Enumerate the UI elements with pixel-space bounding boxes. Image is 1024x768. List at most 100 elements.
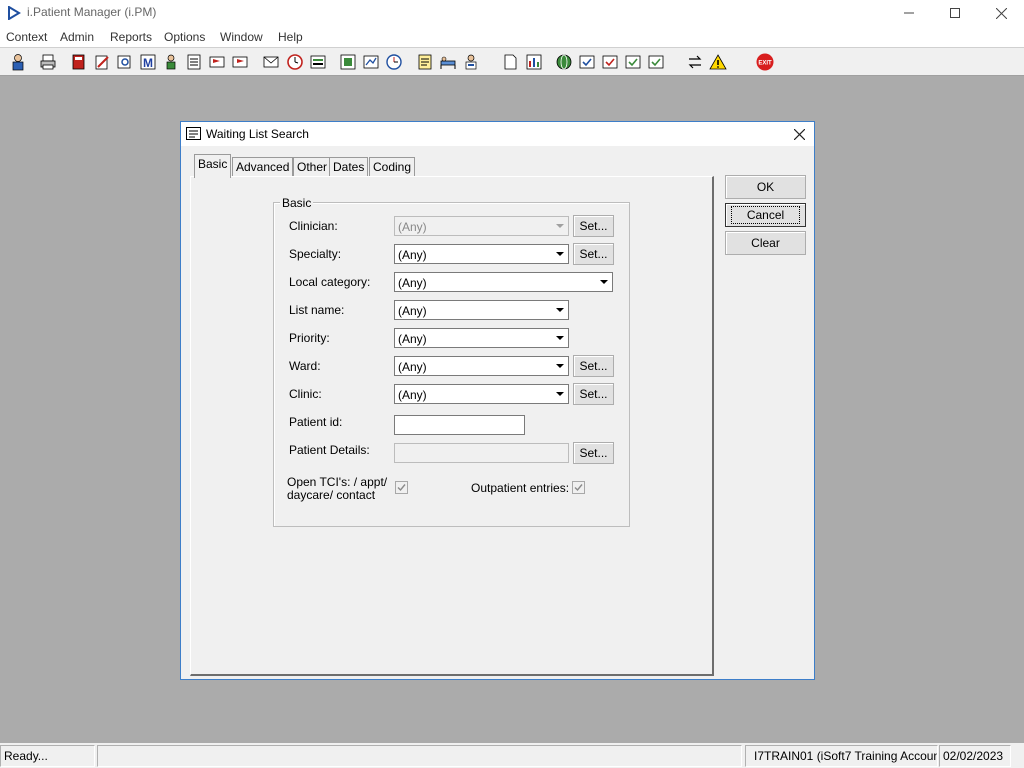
open-tcis-label-line2: daycare/ contact [287,488,376,502]
outpatient-checkbox[interactable] [572,481,585,494]
chevron-down-icon[interactable] [552,357,568,375]
open-tcis-checkbox[interactable] [395,481,408,494]
dialog-titlebar: Waiting List Search [181,122,814,146]
toolbar-check-button[interactable] [622,51,644,73]
toolbar-clock-button[interactable] [284,51,306,73]
toolbar-flag-button[interactable] [206,51,228,73]
ok-button[interactable]: OK [725,175,806,199]
close-button[interactable] [978,0,1024,26]
toolbar-notes-button[interactable] [183,51,205,73]
note-icon [418,54,432,70]
chevron-down-icon[interactable] [596,273,612,291]
exit-label: EXIT [758,61,772,67]
menu-help[interactable]: Help [278,30,303,44]
book-icon [72,54,85,70]
checkmark-icon [397,484,406,492]
dialog-title: Waiting List Search [206,127,309,141]
clinician-set-button[interactable]: Set... [573,215,614,237]
list-icon [310,55,326,69]
toolbar-edit-button[interactable] [91,51,113,73]
maximize-button[interactable] [932,0,978,26]
toolbar-note-button[interactable] [414,51,436,73]
toolbar-bed-button[interactable] [437,51,459,73]
ward-set-button[interactable]: Set... [573,355,614,377]
clinic-value: (Any) [398,388,427,402]
toolbar-m-button[interactable]: M [137,51,159,73]
local-category-select[interactable]: (Any) [394,272,613,292]
tab-dates[interactable]: Dates [329,157,369,177]
toolbar-search-button[interactable] [114,51,136,73]
tab-advanced[interactable]: Advanced [232,157,294,177]
bed-icon [440,56,456,69]
toolbar-exit-button[interactable]: EXIT [754,51,776,73]
toolbar-globe-button[interactable] [553,51,575,73]
cancel-button[interactable]: Cancel [725,203,806,227]
clock-icon [287,54,303,70]
transfer-icon [688,55,702,69]
tab-coding[interactable]: Coding [369,157,416,177]
specialty-select[interactable]: (Any) [394,244,569,264]
clear-button[interactable]: Clear [725,231,806,255]
chevron-down-icon[interactable] [552,245,568,263]
toolbar-patient-button[interactable] [160,51,182,73]
toolbar-list-button[interactable] [307,51,329,73]
dialog-close-button[interactable] [787,124,811,144]
toolbar-chart-button[interactable] [360,51,382,73]
patient-details-set-button[interactable]: Set... [573,442,614,464]
toolbar-page-button[interactable] [499,51,521,73]
toolbar-book-button[interactable] [68,51,90,73]
close-icon [793,128,805,140]
specialty-value: (Any) [398,248,427,262]
notes-icon [187,54,201,70]
status-user: I7TRAIN01 (iSoft7 Training Account) [745,745,938,767]
chevron-down-icon[interactable] [552,385,568,403]
menu-context[interactable]: Context [6,30,47,44]
menu-admin[interactable]: Admin [60,30,94,44]
priority-label: Priority: [289,331,330,345]
chevron-down-icon[interactable] [552,329,568,347]
toolbar-mail-button[interactable] [260,51,282,73]
patient-icon [166,54,176,70]
open-tcis-label-line1: Open TCI's: / appt/ [287,475,388,489]
toolbar-bar-chart-button[interactable] [523,51,545,73]
toolbar-transfer-button[interactable] [684,51,706,73]
notes-icon [186,127,201,140]
warning-icon [709,54,727,70]
tab-other[interactable]: Other [293,157,332,177]
ward-select[interactable]: (Any) [394,356,569,376]
exit-icon: EXIT [756,53,774,71]
tab-basic[interactable]: Basic [194,154,232,178]
person-icon [12,54,24,71]
clinic-set-button[interactable]: Set... [573,383,614,405]
menu-options[interactable]: Options [164,30,205,44]
groupbox-title: Basic [280,196,314,210]
check-icon [602,55,618,69]
outpatient-label: Outpatient entries: [471,481,570,495]
toolbar-check-button[interactable] [645,51,667,73]
toolbar-check-button[interactable] [599,51,621,73]
priority-select[interactable]: (Any) [394,328,569,348]
list-name-select[interactable]: (Any) [394,300,569,320]
ward-value: (Any) [398,360,427,374]
toolbar-warning-button[interactable] [707,51,729,73]
svg-text:M: M [143,56,153,70]
chevron-down-icon[interactable] [552,301,568,319]
clinic-select[interactable]: (Any) [394,384,569,404]
patient-id-input[interactable] [394,415,525,435]
tab-label: Advanced [236,160,290,174]
toolbar-check-button[interactable] [576,51,598,73]
toolbar-form-button[interactable] [337,51,359,73]
status-date: 02/02/2023 [939,745,1011,767]
minimize-button[interactable] [886,0,932,26]
toolbar-doctor-button[interactable] [460,51,482,73]
toolbar-printer-button[interactable] [37,51,59,73]
clinician-label: Clinician: [289,219,338,233]
toolbar-clock-button[interactable] [383,51,405,73]
toolbar-flag-button[interactable] [229,51,251,73]
menu-window[interactable]: Window [220,30,263,44]
toolbar-person-button[interactable] [7,51,29,73]
menu-reports[interactable]: Reports [110,30,152,44]
specialty-set-button[interactable]: Set... [573,243,614,265]
waiting-list-search-dialog: Waiting List Search Basic Advanced Other… [180,121,815,680]
globe-icon [556,54,572,70]
